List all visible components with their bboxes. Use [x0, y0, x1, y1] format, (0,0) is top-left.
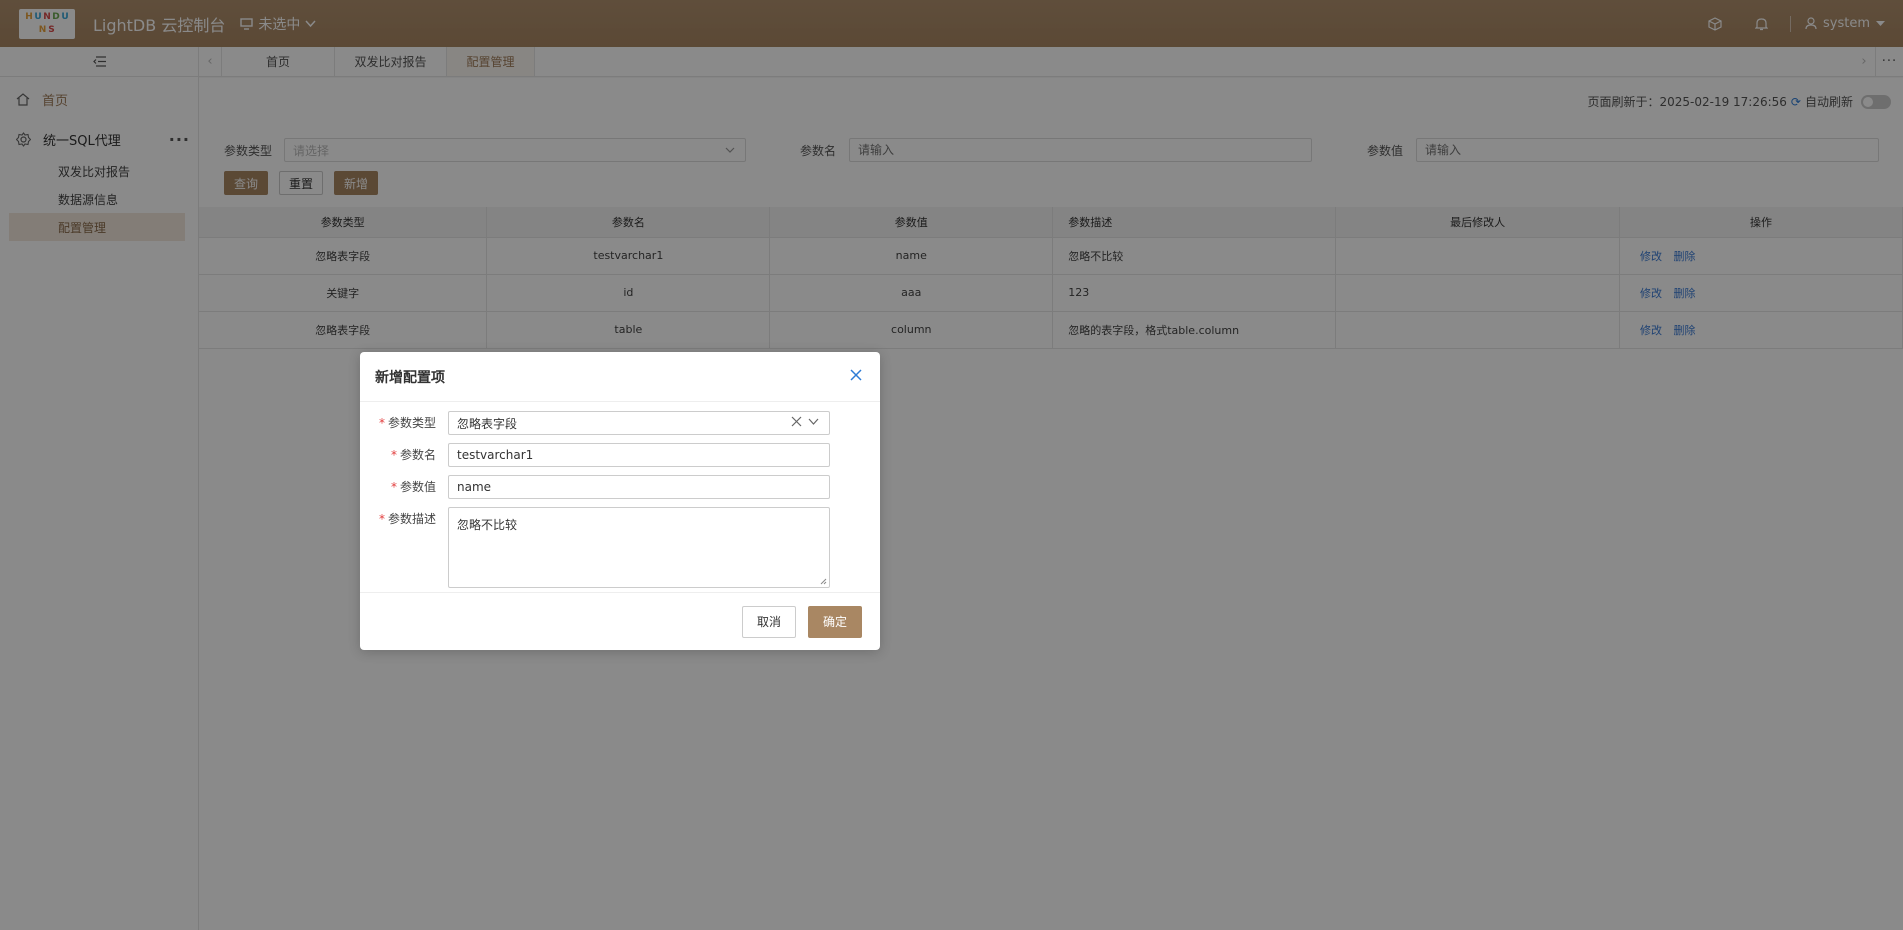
required-mark: *: [390, 448, 397, 462]
required-mark: *: [378, 416, 385, 430]
form-label: * 参数描述: [360, 507, 448, 531]
param-name-value: testvarchar1: [457, 448, 534, 462]
config-form: * 参数类型 忽略表字段 * 参数名 testvarchar1 * 参数值 na…: [360, 402, 880, 588]
form-row-name: * 参数名 testvarchar1: [360, 443, 880, 467]
cancel-button[interactable]: 取消: [741, 605, 796, 638]
param-type-field[interactable]: 忽略表字段: [448, 411, 830, 435]
form-row-value: * 参数值 name: [360, 475, 880, 499]
param-desc-value: 忽略不比较: [457, 518, 518, 532]
param-value-value: name: [457, 480, 492, 494]
modal-overlay[interactable]: [0, 0, 1903, 930]
required-mark: *: [378, 512, 385, 526]
form-label: * 参数值: [360, 475, 448, 499]
type-label: 参数类型: [387, 416, 436, 430]
close-icon[interactable]: [846, 365, 866, 385]
form-label: * 参数类型: [360, 411, 448, 435]
value-label: 参数值: [399, 480, 436, 494]
modal-footer: 取消 确定: [360, 592, 880, 650]
required-mark: *: [390, 480, 397, 494]
param-name-field[interactable]: testvarchar1: [448, 443, 830, 467]
desc-label: 参数描述: [387, 512, 436, 526]
param-desc-textarea[interactable]: 忽略不比较: [448, 507, 830, 588]
param-type-value: 忽略表字段: [457, 416, 518, 431]
form-row-type: * 参数类型 忽略表字段: [360, 411, 880, 435]
resize-grip-icon[interactable]: [820, 578, 827, 585]
name-label: 参数名: [399, 448, 436, 462]
add-config-modal: 新增配置项 * 参数类型 忽略表字段 * 参数名 testvarchar1 * …: [360, 352, 880, 650]
modal-title: 新增配置项: [375, 369, 445, 386]
confirm-button[interactable]: 确定: [807, 605, 862, 638]
param-value-field[interactable]: name: [448, 475, 830, 499]
chevron-down-icon: [808, 418, 819, 425]
form-label: * 参数名: [360, 443, 448, 467]
clear-icon[interactable]: [791, 416, 802, 427]
form-row-desc: * 参数描述 忽略不比较: [360, 507, 880, 588]
